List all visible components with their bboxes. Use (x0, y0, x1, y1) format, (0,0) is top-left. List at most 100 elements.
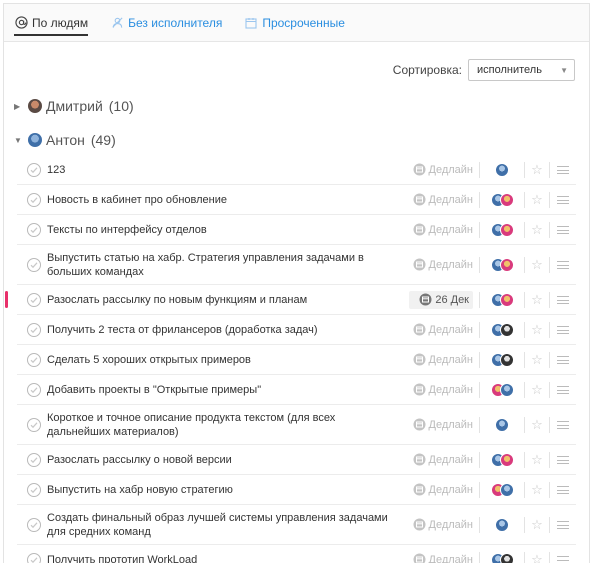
assignee-avatars[interactable] (480, 353, 524, 367)
task-title[interactable]: Создать финальный образ лучшей системы у… (47, 511, 409, 539)
task-row[interactable]: Получить прототип WorkLoadДедлайн ☆ (17, 545, 576, 563)
menu-icon[interactable] (550, 166, 576, 174)
task-title[interactable]: 123 (47, 163, 409, 177)
deadline-button[interactable]: Дедлайн (409, 351, 473, 369)
task-row[interactable]: Добавить проекты в "Открытые примеры"Дед… (17, 375, 576, 405)
menu-icon[interactable] (550, 196, 576, 204)
task-title[interactable]: Добавить проекты в "Открытые примеры" (47, 383, 409, 397)
check-icon[interactable] (27, 453, 41, 467)
check-icon[interactable] (27, 353, 41, 367)
deadline-button[interactable]: Дедлайн (409, 551, 473, 563)
star-icon[interactable]: ☆ (525, 452, 549, 468)
assignee-avatars[interactable] (480, 383, 524, 397)
menu-icon[interactable] (550, 456, 576, 464)
check-icon[interactable] (27, 258, 41, 272)
deadline-button[interactable]: Дедлайн (409, 416, 473, 434)
star-icon[interactable]: ☆ (525, 162, 549, 178)
task-title[interactable]: Получить прототип WorkLoad (47, 553, 409, 563)
task-row[interactable]: Тексты по интерфейсу отделовДедлайн ☆ (17, 215, 576, 245)
deadline-button[interactable]: Дедлайн (409, 381, 473, 399)
task-row[interactable]: 123Дедлайн ☆ (17, 155, 576, 185)
triangle-down-icon[interactable]: ▼ (14, 136, 24, 145)
menu-icon[interactable] (550, 261, 576, 269)
assignee-avatars[interactable] (480, 483, 524, 497)
assignee-avatars[interactable] (480, 293, 524, 307)
task-title[interactable]: Разослать рассылку о новой версии (47, 453, 409, 467)
tab-unassigned[interactable]: Без исполнителя (110, 4, 222, 42)
task-title[interactable]: Короткое и точное описание продукта текс… (47, 411, 409, 439)
menu-icon[interactable] (550, 556, 576, 563)
star-icon[interactable]: ☆ (525, 517, 549, 533)
star-icon[interactable]: ☆ (525, 322, 549, 338)
check-icon[interactable] (27, 383, 41, 397)
assignee-avatars[interactable] (480, 193, 524, 207)
assignee-avatars[interactable] (480, 518, 524, 532)
task-row[interactable]: Получить 2 теста от фрилансеров (доработ… (17, 315, 576, 345)
check-icon[interactable] (27, 323, 41, 337)
deadline-button[interactable]: Дедлайн (409, 161, 473, 179)
deadline-button[interactable]: Дедлайн (409, 321, 473, 339)
check-icon[interactable] (27, 163, 41, 177)
check-icon[interactable] (27, 293, 41, 307)
menu-icon[interactable] (550, 296, 576, 304)
sort-select[interactable]: исполнитель ▼ (468, 59, 575, 81)
assignee-avatars[interactable] (480, 553, 524, 563)
task-row[interactable]: Сделать 5 хороших открытых примеровДедла… (17, 345, 576, 375)
task-row[interactable]: Новость в кабинет про обновлениеДедлайн ☆ (17, 185, 576, 215)
assignee-avatars[interactable] (480, 323, 524, 337)
task-row[interactable]: Выпустить статью на хабр. Стратегия упра… (17, 245, 576, 285)
tab-overdue[interactable]: Просроченные (244, 4, 345, 42)
menu-icon[interactable] (550, 326, 576, 334)
assignee-avatars[interactable] (480, 258, 524, 272)
menu-icon[interactable] (550, 386, 576, 394)
star-icon[interactable]: ☆ (525, 292, 549, 308)
deadline-button[interactable]: Дедлайн (409, 451, 473, 469)
task-title[interactable]: Тексты по интерфейсу отделов (47, 223, 409, 237)
group-header-dmitry[interactable]: ▶ Дмитрий (10) (4, 91, 589, 121)
task-row[interactable]: Разослать рассылку по новым функциям и п… (17, 285, 576, 315)
star-icon[interactable]: ☆ (525, 352, 549, 368)
check-icon[interactable] (27, 518, 41, 532)
menu-icon[interactable] (550, 486, 576, 494)
check-icon[interactable] (27, 418, 41, 432)
star-icon[interactable]: ☆ (525, 417, 549, 433)
star-icon[interactable]: ☆ (525, 222, 549, 238)
group-header-anton[interactable]: ▼ Антон (49) (4, 125, 589, 155)
menu-icon[interactable] (550, 421, 576, 429)
star-icon[interactable]: ☆ (525, 192, 549, 208)
menu-icon[interactable] (550, 356, 576, 364)
task-title[interactable]: Разослать рассылку по новым функциям и п… (47, 293, 409, 307)
task-title[interactable]: Сделать 5 хороших открытых примеров (47, 353, 409, 367)
check-icon[interactable] (27, 193, 41, 207)
assignee-avatars[interactable] (480, 453, 524, 467)
task-title[interactable]: Выпустить статью на хабр. Стратегия упра… (47, 251, 409, 279)
assignee-avatars[interactable] (480, 418, 524, 432)
menu-icon[interactable] (550, 226, 576, 234)
check-icon[interactable] (27, 483, 41, 497)
tab-by-people[interactable]: По людям (14, 4, 88, 42)
task-row[interactable]: Выпустить на хабр новую стратегиюДедлайн… (17, 475, 576, 505)
menu-icon[interactable] (550, 521, 576, 529)
check-icon[interactable] (27, 223, 41, 237)
star-icon[interactable]: ☆ (525, 482, 549, 498)
check-icon[interactable] (27, 553, 41, 563)
deadline-button[interactable]: Дедлайн (409, 221, 473, 239)
star-icon[interactable]: ☆ (525, 257, 549, 273)
star-icon[interactable]: ☆ (525, 552, 549, 563)
assignee-avatars[interactable] (480, 163, 524, 177)
task-title[interactable]: Получить 2 теста от фрилансеров (доработ… (47, 323, 409, 337)
deadline-button[interactable]: Дедлайн (409, 481, 473, 499)
task-title[interactable]: Новость в кабинет про обновление (47, 193, 409, 207)
assignee-avatars[interactable] (480, 223, 524, 237)
deadline-button[interactable]: 26 Дек (409, 291, 473, 309)
deadline-button[interactable]: Дедлайн (409, 516, 473, 534)
deadline-button[interactable]: Дедлайн (409, 256, 473, 274)
task-title[interactable]: Выпустить на хабр новую стратегию (47, 483, 409, 497)
triangle-right-icon[interactable]: ▶ (14, 102, 24, 111)
star-icon[interactable]: ☆ (525, 382, 549, 398)
task-row[interactable]: Разослать рассылку о новой версииДедлайн… (17, 445, 576, 475)
task-row[interactable]: Создать финальный образ лучшей системы у… (17, 505, 576, 545)
calendar-icon (413, 193, 426, 206)
task-row[interactable]: Короткое и точное описание продукта текс… (17, 405, 576, 445)
deadline-button[interactable]: Дедлайн (409, 191, 473, 209)
